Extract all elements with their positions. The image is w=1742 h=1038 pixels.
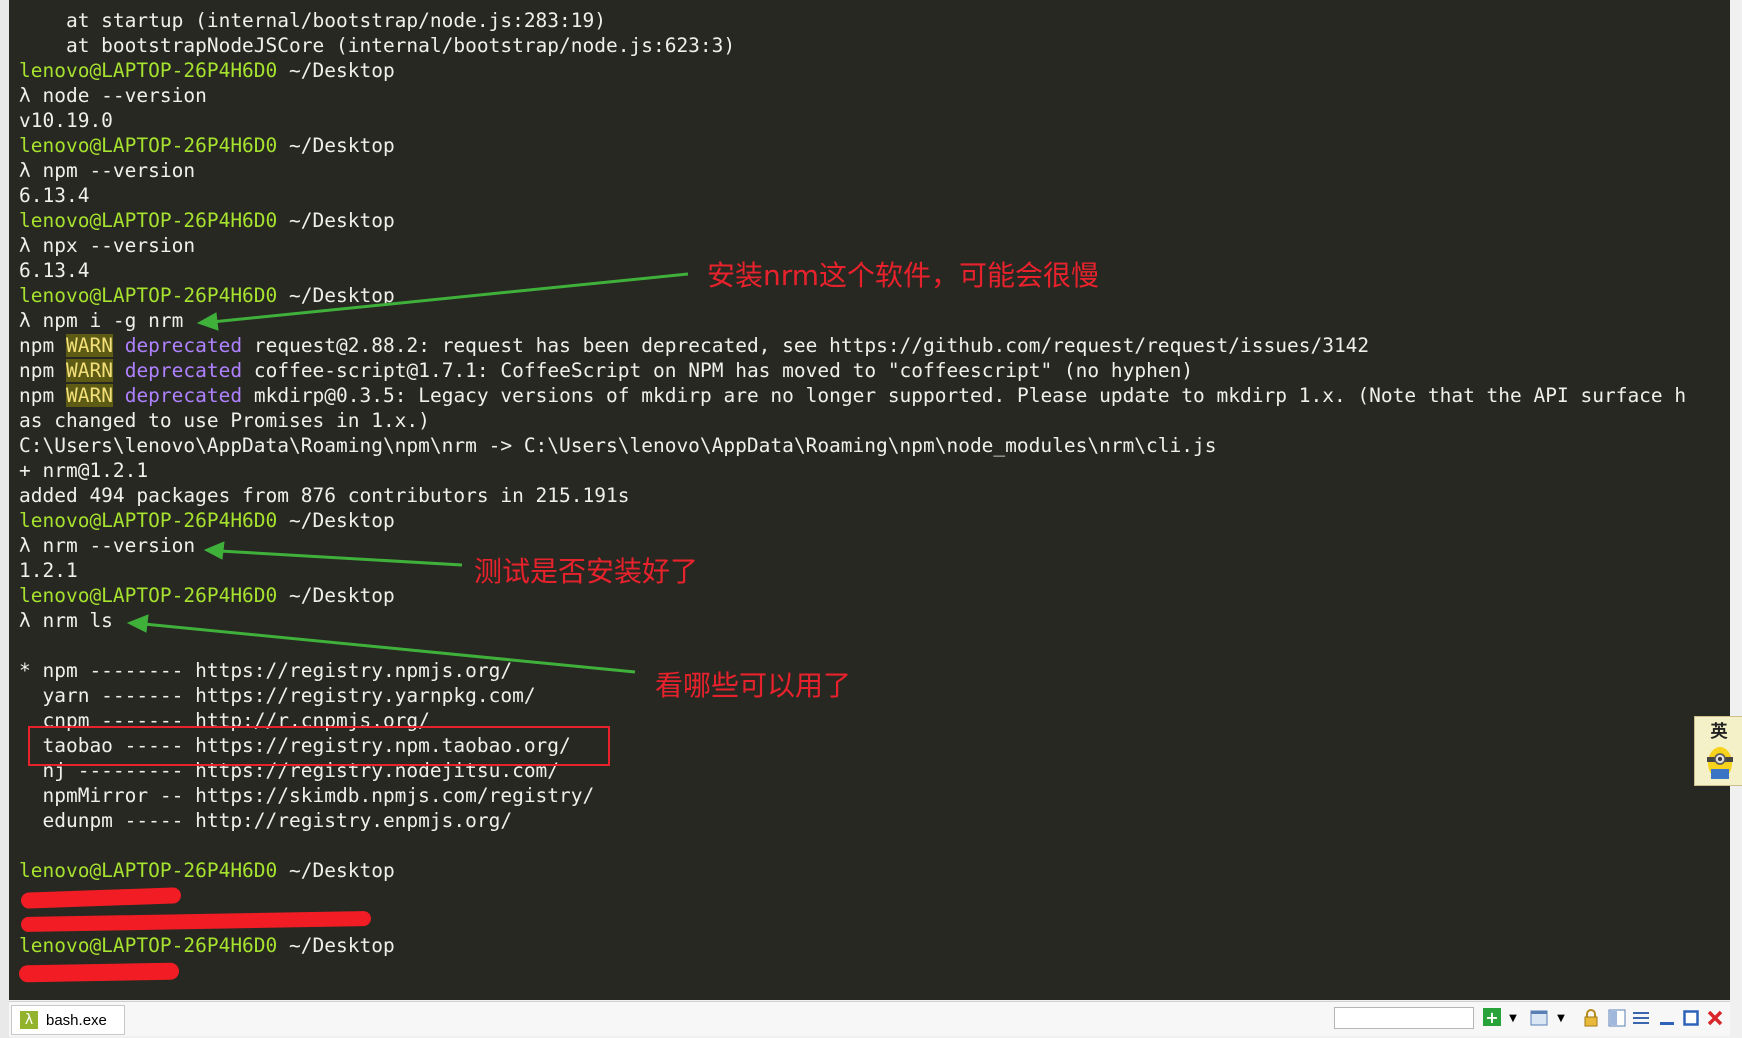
prompt-path: ~/Desktop (289, 59, 395, 82)
mascot-icon (1707, 747, 1733, 779)
output-line: added 494 packages from 876 contributors… (19, 484, 630, 507)
ime-indicator[interactable]: 英 (1694, 716, 1742, 786)
npm-label: npm (19, 384, 55, 407)
prompt-line: lenovo@LAPTOP-26P4H6D0 ~/Desktop (19, 933, 395, 958)
output-line: λ nrm --version (19, 534, 196, 557)
output-line: 1.2.1 (19, 559, 78, 582)
prompt-line: lenovo@LAPTOP-26P4H6D0 ~/Desktop (19, 133, 395, 158)
output-line: v10.19.0 (19, 109, 113, 132)
prompt-line: lenovo@LAPTOP-26P4H6D0 ~/Desktop (19, 858, 395, 883)
output-line: C:\Users\lenovo\AppData\Roaming\npm\nrm … (19, 434, 1217, 457)
output-line: λ npm --version (19, 159, 196, 182)
prompt-user-host: lenovo@LAPTOP-26P4H6D0 (19, 859, 278, 882)
output-line: + nrm@1.2.1 (19, 459, 149, 482)
prompt-line: lenovo@LAPTOP-26P4H6D0 ~/Desktop (19, 58, 395, 83)
close-icon[interactable] (1705, 1008, 1725, 1028)
menu-icon[interactable] (1631, 1008, 1651, 1028)
left-window-edge (0, 0, 9, 1038)
output-line: 6.13.4 (19, 259, 90, 282)
warn-message: coffee-script@1.7.1: CoffeeScript on NPM… (253, 359, 1194, 382)
warn-badge: WARN (65, 384, 113, 407)
tab-label: bash.exe (46, 1011, 107, 1029)
output-line: λ nrm ls (19, 609, 113, 632)
prompt-user-host: lenovo@LAPTOP-26P4H6D0 (19, 584, 278, 607)
taobao-highlight-box (28, 726, 610, 766)
prompt-path: ~/Desktop (289, 934, 395, 957)
prompt-user-host: lenovo@LAPTOP-26P4H6D0 (19, 284, 278, 307)
add-icon[interactable]: + (1483, 1008, 1501, 1027)
prompt-path: ~/Desktop (289, 859, 395, 882)
dropdown-icon[interactable]: ▼ (1503, 1008, 1523, 1028)
warn-badge: WARN (65, 334, 113, 357)
output-line: edunpm ----- http://registry.enpmjs.org/ (19, 809, 513, 832)
redacted-scribble (20, 910, 372, 933)
output-line: λ npx --version (19, 234, 196, 257)
terminal-window[interactable]: at startup (internal/bootstrap/node.js:2… (9, 0, 1730, 1000)
bash-icon: λ (20, 1011, 38, 1029)
annotation-list: 看哪些可以用了 (655, 669, 852, 702)
annotation-install: 安装nrm这个软件，可能会很慢 (707, 259, 1100, 292)
search-input[interactable] (1334, 1007, 1474, 1029)
npm-warn-line: npm WARN deprecated mkdirp@0.3.5: Legacy… (19, 383, 1686, 408)
output-line: λ node --version (19, 84, 207, 107)
npm-label: npm (19, 334, 55, 357)
output-line: * npm -------- https://registry.npmjs.or… (19, 659, 513, 682)
prompt-user-host: lenovo@LAPTOP-26P4H6D0 (19, 209, 278, 232)
npm-label: npm (19, 359, 55, 382)
warn-message: mkdirp@0.3.5: Legacy versions of mkdirp … (253, 384, 1687, 407)
prompt-path: ~/Desktop (289, 284, 395, 307)
deprecated-label: deprecated (124, 384, 243, 407)
output-line: λ npm i -g nrm (19, 309, 184, 332)
prompt-line: lenovo@LAPTOP-26P4H6D0 ~/Desktop (19, 208, 395, 233)
output-line: yarn ------- https://registry.yarnpkg.co… (19, 684, 536, 707)
prompt-line: lenovo@LAPTOP-26P4H6D0 ~/Desktop (19, 508, 395, 533)
output-line: at bootstrapNodeJSCore (internal/bootstr… (19, 34, 736, 57)
ime-language-label: 英 (1710, 722, 1728, 742)
maximize-icon[interactable] (1681, 1008, 1701, 1028)
prompt-user-host: lenovo@LAPTOP-26P4H6D0 (19, 134, 278, 157)
warn-badge: WARN (65, 359, 113, 382)
prompt-path: ~/Desktop (289, 584, 395, 607)
deprecated-label: deprecated (124, 359, 243, 382)
window-icon[interactable] (1529, 1008, 1549, 1028)
deprecated-label: deprecated (124, 334, 243, 357)
npm-warn-line: npm WARN deprecated coffee-script@1.7.1:… (19, 358, 1193, 383)
annotation-test: 测试是否安装好了 (474, 555, 699, 588)
prompt-user-host: lenovo@LAPTOP-26P4H6D0 (19, 509, 278, 532)
prompt-user-host: lenovo@LAPTOP-26P4H6D0 (19, 934, 278, 957)
prompt-line: lenovo@LAPTOP-26P4H6D0 ~/Desktop (19, 583, 395, 608)
output-line: 6.13.4 (19, 184, 90, 207)
prompt-path: ~/Desktop (289, 509, 395, 532)
redacted-scribble (18, 962, 180, 983)
warn-message: request@2.88.2: request has been depreca… (253, 334, 1370, 357)
dropdown-icon[interactable]: ▼ (1551, 1008, 1571, 1028)
output-line: npmMirror -- https://skimdb.npmjs.com/re… (19, 784, 595, 807)
prompt-user-host: lenovo@LAPTOP-26P4H6D0 (19, 59, 278, 82)
npm-warn-line: npm WARN deprecated request@2.88.2: requ… (19, 333, 1369, 358)
prompt-path: ~/Desktop (289, 209, 395, 232)
taskbar: λ bash.exe + ▼ ▼ (9, 1001, 1730, 1036)
lock-icon[interactable] (1581, 1008, 1601, 1028)
split-icon[interactable] (1607, 1008, 1627, 1028)
tab-bash[interactable]: λ bash.exe (11, 1005, 125, 1035)
prompt-line: lenovo@LAPTOP-26P4H6D0 ~/Desktop (19, 283, 395, 308)
redacted-scribble (20, 887, 182, 909)
output-line: at startup (internal/bootstrap/node.js:2… (19, 9, 606, 32)
output-line: as changed to use Promises in 1.x.) (19, 409, 430, 432)
minimize-icon[interactable] (1657, 1008, 1677, 1028)
prompt-path: ~/Desktop (289, 134, 395, 157)
